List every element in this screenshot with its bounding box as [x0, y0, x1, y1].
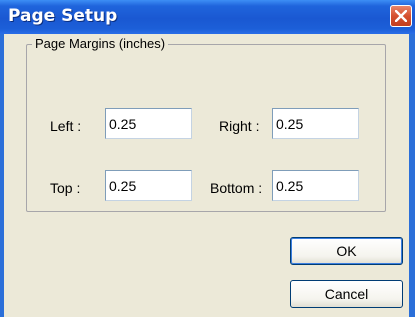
left-margin-input[interactable]: [105, 108, 192, 139]
right-margin-input[interactable]: [272, 108, 359, 139]
left-margin-label: Left :: [50, 118, 82, 134]
page-setup-dialog: Page Setup Page Margins (inches) Left : …: [0, 0, 415, 317]
top-margin-input[interactable]: [105, 170, 192, 201]
ok-button[interactable]: OK: [290, 237, 403, 265]
top-margin-label: Top :: [50, 180, 81, 196]
cancel-button[interactable]: Cancel: [290, 280, 403, 308]
window-title: Page Setup: [8, 6, 118, 26]
page-margins-group-label: Page Margins (inches): [32, 36, 169, 51]
close-icon: [395, 10, 407, 22]
bottom-margin-label: Bottom :: [210, 180, 263, 196]
close-button[interactable]: [390, 5, 412, 27]
bottom-margin-input[interactable]: [272, 170, 359, 201]
title-bar[interactable]: Page Setup: [0, 0, 415, 34]
right-margin-label: Right :: [219, 118, 260, 134]
